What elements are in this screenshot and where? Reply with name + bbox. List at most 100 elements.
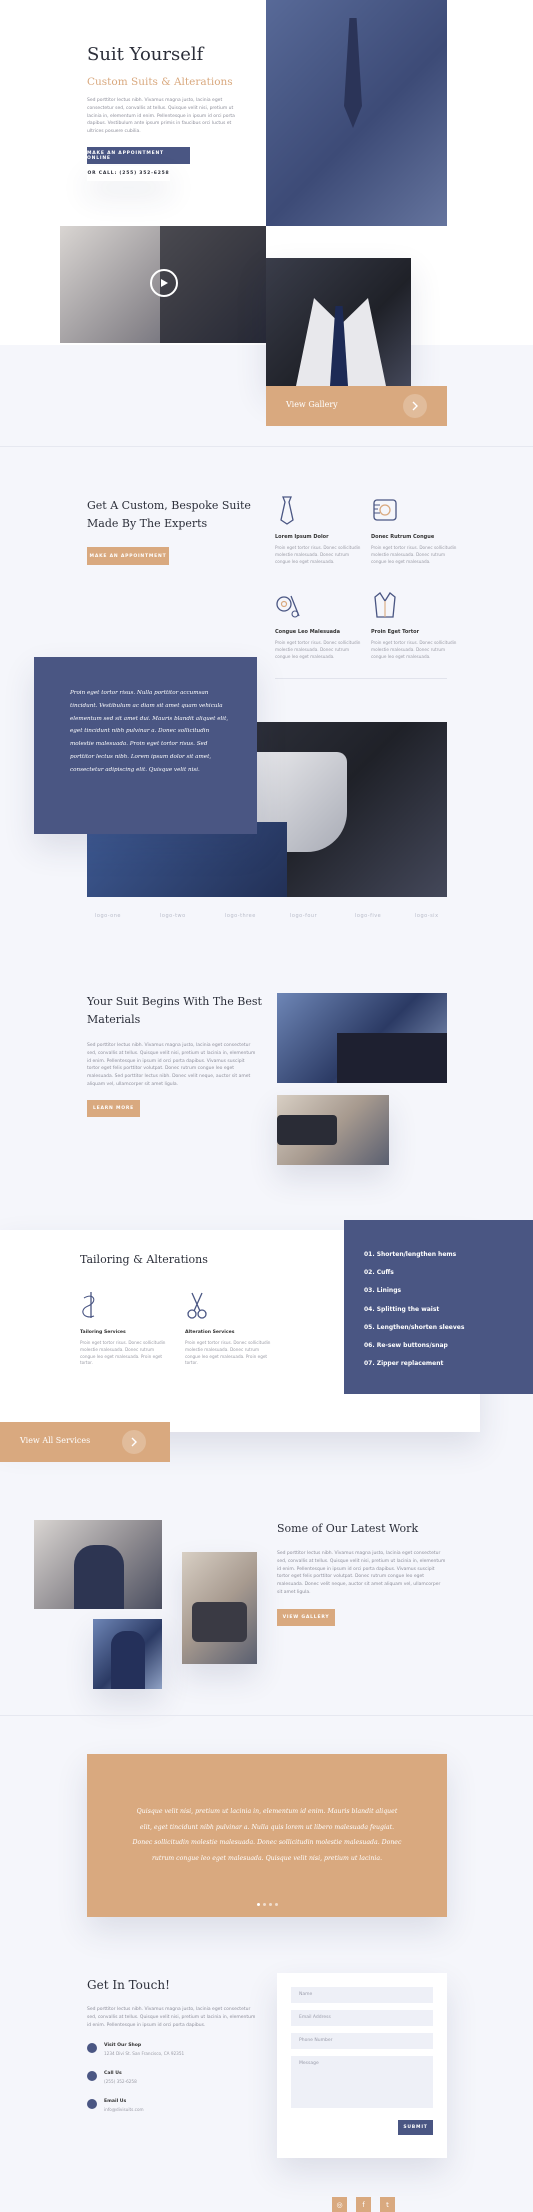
instagram-icon[interactable]: ◎ (332, 2197, 347, 2212)
hero-call-button[interactable]: OR CALL: (255) 352-6258 (87, 166, 170, 181)
scissors-icon (187, 1292, 207, 1319)
tie-icon (280, 496, 294, 525)
service-title: Alteration Services (185, 1330, 235, 1335)
submit-button[interactable]: SUBMIT (398, 2120, 433, 2135)
carousel-dot[interactable] (257, 1903, 260, 1906)
contact-item-text: (255) 352-6258 (104, 2079, 137, 2084)
feature-text: Proin eget tortor risus. Donec sollicitu… (371, 545, 457, 564)
contact-title: Get In Touch! (87, 1978, 170, 1992)
contact-item: Call Us (255) 352-6258 (87, 2071, 137, 2086)
carousel-dots (257, 1903, 278, 1906)
testimonial-text: Quisque velit nisi, pretium ut lacinia i… (132, 1808, 402, 1862)
feature-title: Donec Rutrum Congue (371, 534, 435, 540)
client-logo: logo-five (355, 913, 382, 919)
name-field[interactable]: Name (291, 1987, 433, 2003)
location-pin-icon (87, 2043, 97, 2053)
hero-body: Sed porttitor lectus nibh. Vivamus magna… (87, 98, 235, 135)
work-image-phone-man (93, 1619, 162, 1689)
bespoke-title: Get A Custom, Bespoke Suite Made By The … (87, 499, 251, 530)
contact-body: Sed porttitor lectus nibh. Vivamus magna… (87, 2007, 256, 2028)
alteration-item: 03. Linings (364, 1287, 402, 1295)
client-logo: logo-two (160, 913, 186, 919)
phone-icon (87, 2071, 97, 2081)
man-silhouette (74, 1545, 124, 1609)
hero-title: Suit Yourself (87, 44, 204, 65)
view-all-services-banner[interactable]: View All Services (0, 1422, 170, 1462)
work-image-suited-man (34, 1520, 162, 1609)
service-item: Alteration Services Proin eget tortor ri… (185, 1290, 275, 1367)
service-text: Proin eget tortor risus. Donec sollicitu… (185, 1340, 271, 1366)
view-gallery-label: View Gallery (286, 400, 338, 409)
testimonial-card: Quisque velit nisi, pretium ut lacinia i… (87, 1754, 447, 1917)
service-text: Proin eget tortor risus. Donec sollicitu… (80, 1340, 166, 1366)
measuring-tape-icon (373, 499, 397, 521)
arrow-right-icon (403, 394, 427, 418)
materials-title: Your Suit Begins With The Best Materials (87, 995, 262, 1026)
contact-item: Email Us info@divisuits.com (87, 2099, 144, 2114)
needle-hands-image (277, 1095, 389, 1165)
contact-item: Visit Our Shop 1234 Divi St. San Francis… (87, 2043, 184, 2058)
materials-body: Sed porttitor lectus nibh. Vivamus magna… (87, 1043, 256, 1087)
contact-item-text: 1234 Divi St. San Francisco, CA 92351 (104, 2051, 185, 2056)
scissors-cutting-image (277, 993, 447, 1083)
service-title: Tailoring Services (80, 1330, 126, 1335)
hands-sewing-image (60, 226, 266, 343)
latest-work-gallery-button[interactable]: VIEW GALLERY (277, 1609, 335, 1626)
feature-item: Donec Rutrum Congue Proin eget tortor ri… (371, 495, 461, 565)
alteration-item: 07. Zipper replacement (364, 1360, 444, 1368)
feature-item: Congue Leo Malesuada Proin eget tortor r… (275, 590, 365, 660)
client-logo: logo-three (225, 913, 256, 919)
alteration-item: 01. Shorten/lengthen hems (364, 1251, 457, 1258)
email-field[interactable]: Email Address (291, 2010, 433, 2026)
thread-spool-icon (276, 595, 300, 618)
contact-item-title: Visit Our Shop (104, 2043, 142, 2048)
alteration-item: 02. Cuffs (364, 1269, 394, 1277)
contact-item-title: Email Us (104, 2099, 127, 2104)
view-gallery-banner[interactable]: View Gallery (266, 386, 447, 426)
message-field[interactable]: Message (291, 2056, 433, 2108)
hero-appointment-button[interactable]: MAKE AN APPOINTMENT ONLINE (87, 147, 190, 164)
tailoring-title: Tailoring & Alterations (80, 1253, 208, 1266)
bespoke-appointment-button[interactable]: MAKE AN APPOINTMENT (87, 547, 169, 565)
client-logo: logo-four (290, 913, 318, 919)
feature-text: Proin eget tortor risus. Donec sollicitu… (275, 640, 361, 659)
service-item: Tailoring Services Proin eget tortor ris… (80, 1290, 170, 1367)
latest-work-body: Sed porttitor lectus nibh. Vivamus magna… (277, 1551, 446, 1595)
suit-jacket-icon (374, 592, 396, 618)
client-logo: logo-one (95, 913, 121, 919)
feature-title: Proin Eget Tortor (371, 629, 420, 635)
feature-text: Proin eget tortor risus. Donec sollicitu… (371, 640, 457, 659)
feature-text: Proin eget tortor risus. Donec sollicitu… (275, 545, 361, 564)
carousel-dot[interactable] (263, 1903, 266, 1906)
hero-subtitle: Custom Suits & Alterations (87, 76, 233, 88)
feature-title: Lorem Ipsum Dolor (275, 534, 329, 540)
play-icon (161, 279, 168, 287)
phone-man-shape (111, 1631, 145, 1689)
tie-detail-image (266, 258, 411, 386)
needle-thread-icon (82, 1292, 95, 1318)
feature-divider (275, 678, 447, 679)
carousel-dot[interactable] (269, 1903, 272, 1906)
carousel-dot[interactable] (275, 1903, 278, 1906)
phone-field[interactable]: Phone Number (291, 2033, 433, 2049)
work-image-seated-man (182, 1552, 257, 1664)
needle-dark-shape (277, 1115, 337, 1145)
alteration-item: 04. Splitting the waist (364, 1305, 440, 1313)
quote-text: Proin eget tortor risus. Nulla porttitor… (70, 690, 229, 773)
arrow-right-icon (122, 1430, 146, 1454)
contact-form: Name Email Address Phone Number Message … (277, 1973, 447, 2158)
section-divider (0, 446, 533, 447)
feature-item: Proin Eget Tortor Proin eget tortor risu… (371, 590, 461, 660)
fabric-dark-shape (337, 1033, 447, 1083)
contact-item-title: Call Us (104, 2071, 122, 2076)
mail-icon (87, 2099, 97, 2109)
twitter-icon[interactable]: t (380, 2197, 395, 2212)
latest-work-title: Some of Our Latest Work (277, 1522, 419, 1535)
hero-suit-image (266, 0, 447, 226)
alteration-item: 05. Lengthen/shorten sleeves (364, 1323, 465, 1331)
feature-item: Lorem Ipsum Dolor Proin eget tortor risu… (275, 495, 365, 565)
play-video-button[interactable] (150, 269, 178, 297)
seated-dark-shape (192, 1602, 247, 1642)
facebook-icon[interactable]: f (356, 2197, 371, 2212)
materials-learn-more-button[interactable]: LEARN MORE (87, 1100, 140, 1117)
